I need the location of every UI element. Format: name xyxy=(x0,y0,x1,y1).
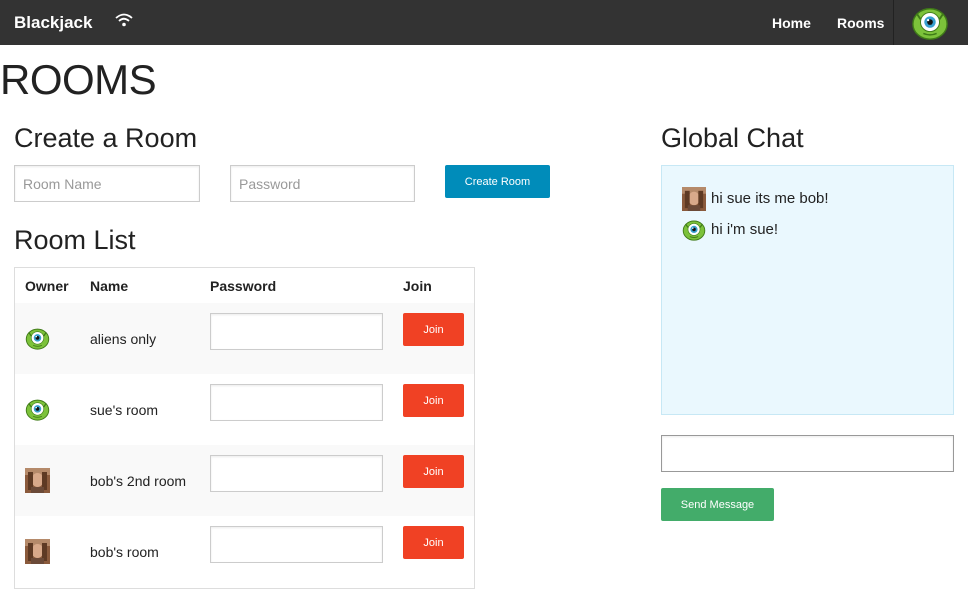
chat-message-log[interactable]: hi sue its me bob! hi i'm sue! xyxy=(661,165,954,415)
room-password-field[interactable] xyxy=(210,384,383,421)
room-row: sue's room Join xyxy=(15,374,474,445)
create-room-heading: Create a Room xyxy=(14,123,198,153)
join-room-button[interactable]: Join xyxy=(403,313,464,346)
nav-home-link[interactable]: Home xyxy=(772,15,811,31)
message-text: hi sue its me bob! xyxy=(711,190,829,207)
join-room-button[interactable]: Join xyxy=(403,526,464,559)
room-name: bob's room xyxy=(90,544,159,560)
owner-alien-avatar xyxy=(25,397,50,422)
user-avatar[interactable] xyxy=(910,4,950,42)
owner-photo-avatar xyxy=(25,468,50,493)
room-row: bob's room Join xyxy=(15,516,474,587)
room-row: bob's 2nd room Join xyxy=(15,445,474,516)
chat-message-input[interactable] xyxy=(661,435,954,472)
owner-photo-avatar xyxy=(25,539,50,564)
owner-alien-avatar xyxy=(25,326,50,351)
room-row: aliens only Join xyxy=(15,303,474,374)
room-name: aliens only xyxy=(90,331,157,347)
send-message-button[interactable]: Send Message xyxy=(661,488,774,521)
room-list-table: Owner Name Password Join aliens only Joi… xyxy=(14,267,475,589)
room-password-field[interactable] xyxy=(210,455,383,492)
room-password-field[interactable] xyxy=(210,313,383,350)
room-name: bob's 2nd room xyxy=(90,473,187,489)
page-title: ROOMS xyxy=(0,56,157,103)
nav-rooms-link[interactable]: Rooms xyxy=(837,15,884,31)
wifi-icon xyxy=(115,13,133,27)
message-photo-avatar xyxy=(682,187,706,211)
top-navbar: Blackjack Home Rooms xyxy=(0,0,968,45)
nav-divider xyxy=(893,0,894,45)
room-password-input[interactable] xyxy=(230,165,415,202)
column-header-password: Password xyxy=(210,278,277,294)
room-name: sue's room xyxy=(90,402,159,418)
create-room-button[interactable]: Create Room xyxy=(445,165,550,198)
join-room-button[interactable]: Join xyxy=(403,384,464,417)
room-list-heading: Room List xyxy=(14,225,136,255)
join-room-button[interactable]: Join xyxy=(403,455,464,488)
brand-link[interactable]: Blackjack xyxy=(14,13,92,33)
column-header-name: Name xyxy=(90,278,129,294)
column-header-owner: Owner xyxy=(25,278,69,294)
message-text: hi i'm sue! xyxy=(711,221,779,238)
message-alien-avatar xyxy=(682,218,706,242)
room-name-input[interactable] xyxy=(14,165,200,202)
room-password-field[interactable] xyxy=(210,526,383,563)
global-chat-heading: Global Chat xyxy=(661,123,804,153)
column-header-join: Join xyxy=(403,278,432,294)
